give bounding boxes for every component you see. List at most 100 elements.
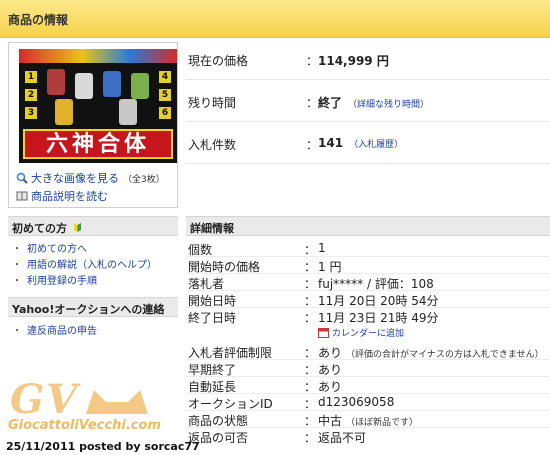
colon: ： (304, 431, 317, 445)
link-beginners-guide[interactable]: ・初めての方へ (12, 240, 87, 255)
detail-row-condition: 商品の状態 ： 中古 （ほぼ新品です） (186, 411, 550, 428)
contact-heading: Yahoo!オークションへの連絡 (12, 303, 165, 316)
contact-section-header: Yahoo!オークションへの連絡 (8, 297, 178, 317)
magnifier-icon (16, 172, 28, 184)
robot-figure (131, 73, 149, 99)
detail-label: オークションID (188, 397, 273, 411)
robot-figure (103, 71, 121, 97)
detail-row-auction-id: オークションID ： d123069058 (186, 394, 550, 411)
read-description-link[interactable]: 商品説明を読む (16, 188, 108, 204)
time-left-row: 残り時間 ： 終了 （詳細な残り時間） (186, 82, 550, 122)
time-left-value-wrap: 終了 （詳細な残り時間） (318, 94, 429, 111)
detail-row-winner: 落札者 ： fuj***** / 評価：108 (186, 274, 550, 291)
bid-history-link[interactable]: （入札履歴） (349, 140, 403, 150)
detail-value: 11月 23日 21時 49分 (318, 311, 439, 325)
robot-figure (119, 99, 137, 125)
detail-row-bidder-rating-limit: 入札者評価制限 ： あり （評価の合計がマイナスの方は入札できません） (186, 343, 550, 360)
number-badge: 4 (159, 71, 171, 83)
detail-note: （ほぼ新品です） (346, 418, 419, 428)
number-badge: 3 (25, 107, 37, 119)
box-art-banner (19, 49, 177, 63)
book-icon (16, 190, 28, 202)
detail-label: 開始日時 (188, 294, 237, 308)
detail-value: 1 円 (318, 260, 342, 274)
colon: ： (304, 414, 317, 428)
bid-count-value-wrap: 141 （入札履歴） (318, 136, 403, 150)
detailed-time-link[interactable]: （詳細な残り時間） (348, 100, 429, 110)
detail-value: 1 (318, 241, 326, 255)
link-registration-steps[interactable]: ・利用登録の手順 (12, 272, 97, 287)
detail-label: 自動延長 (188, 380, 237, 394)
detail-value: 中古 (318, 414, 343, 428)
detail-value: あり (318, 380, 343, 394)
watermark-logo: GV (10, 376, 80, 423)
watermark: GV GiocattoliVecchi.com (6, 374, 176, 436)
detail-row-auto-extend: 自動延長 ： あり (186, 377, 550, 394)
time-left-value: 終了 (318, 96, 343, 110)
detail-row-quantity: 個数 ： 1 (186, 240, 550, 257)
number-badge: 1 (25, 71, 37, 83)
detail-row-start-price: 開始時の価格 ： 1 円 (186, 257, 550, 274)
colon: ： (304, 294, 317, 308)
link-label: 違反商品の申告 (27, 326, 97, 337)
colon: ： (306, 96, 319, 110)
box-art-title: 六神合体 (23, 129, 173, 159)
beginner-section-header: 初めての方 (8, 216, 178, 236)
view-large-image-link[interactable]: 大きな画像を見る （全3枚） (16, 170, 165, 186)
product-image[interactable]: 1 2 3 4 5 6 六神合体 (19, 49, 177, 163)
watermark-site: GiocattoliVecchi.com (8, 418, 161, 433)
robot-figure (55, 99, 73, 125)
number-badge: 5 (159, 89, 171, 101)
current-price-value: 114,999 円 (318, 54, 389, 68)
detail-note: （評価の合計がマイナスの方は入札できません） (346, 350, 544, 360)
posted-by-caption: 25/11/2011 posted by sorcac77 (6, 440, 200, 453)
number-badge: 2 (25, 89, 37, 101)
view-large-label: 大きな画像を見る (31, 172, 119, 185)
details-heading: 詳細情報 (190, 222, 234, 235)
colon: ： (304, 363, 317, 377)
link-glossary-help[interactable]: ・用語の解説（入札のヘルプ） (12, 256, 157, 271)
bid-count-row: 入札件数 ： 141 （入札履歴） (186, 124, 550, 164)
robot-figure (47, 69, 65, 95)
detail-label: 商品の状態 (188, 414, 249, 428)
beginner-heading: 初めての方 (12, 220, 82, 236)
add-to-calendar-link[interactable]: カレンダーに追加 (318, 326, 404, 339)
detail-label: 終了日時 (188, 311, 237, 325)
detail-row-returns: 返品の可否 ： 返品不可 (186, 428, 550, 445)
colon: ： (304, 311, 317, 325)
detail-row-end-time: 終了日時 ： 11月 23日 21時 49分 (186, 308, 550, 325)
colon: ： (304, 243, 317, 257)
beginner-heading-text: 初めての方 (12, 222, 67, 235)
beginner-mark-icon (73, 223, 81, 232)
calendar-icon (318, 327, 329, 338)
time-left-label: 残り時間 (188, 96, 237, 110)
colon: ： (304, 346, 317, 360)
colon: ： (304, 277, 317, 291)
bid-count-label: 入札件数 (188, 138, 237, 152)
detail-value: d123069058 (318, 395, 395, 409)
image-count-note: （全3枚） (123, 175, 165, 185)
read-description-label: 商品説明を読む (31, 190, 108, 203)
colon: ： (306, 138, 319, 152)
detail-label: 入札者評価制限 (188, 346, 273, 360)
section-header: 商品の情報 (0, 0, 550, 38)
detail-value: fuj***** / 評価：108 (318, 277, 434, 291)
bid-count-value: 141 (318, 136, 344, 150)
number-badge: 6 (159, 107, 171, 119)
detail-value: 返品不可 (318, 431, 367, 445)
colon: ： (304, 397, 317, 411)
calendar-link-label: カレンダーに追加 (332, 329, 405, 339)
detail-value: あり (318, 346, 343, 360)
detail-label: 個数 (188, 243, 213, 257)
colon: ： (304, 380, 317, 394)
detail-value-wrap: あり （評価の合計がマイナスの方は入札できません） (318, 344, 544, 361)
link-report-violation[interactable]: ・違反商品の申告 (12, 322, 97, 337)
robot-figure (75, 73, 93, 99)
current-price-label: 現在の価格 (188, 54, 249, 68)
detail-row-start-time: 開始日時 ： 11月 20日 20時 54分 (186, 291, 550, 308)
detail-row-early-end: 早期終了 ： あり (186, 360, 550, 377)
detail-value: 11月 20日 20時 54分 (318, 294, 439, 308)
link-label: 初めての方へ (27, 244, 87, 255)
detail-label: 落札者 (188, 277, 225, 291)
detail-label: 早期終了 (188, 363, 237, 377)
